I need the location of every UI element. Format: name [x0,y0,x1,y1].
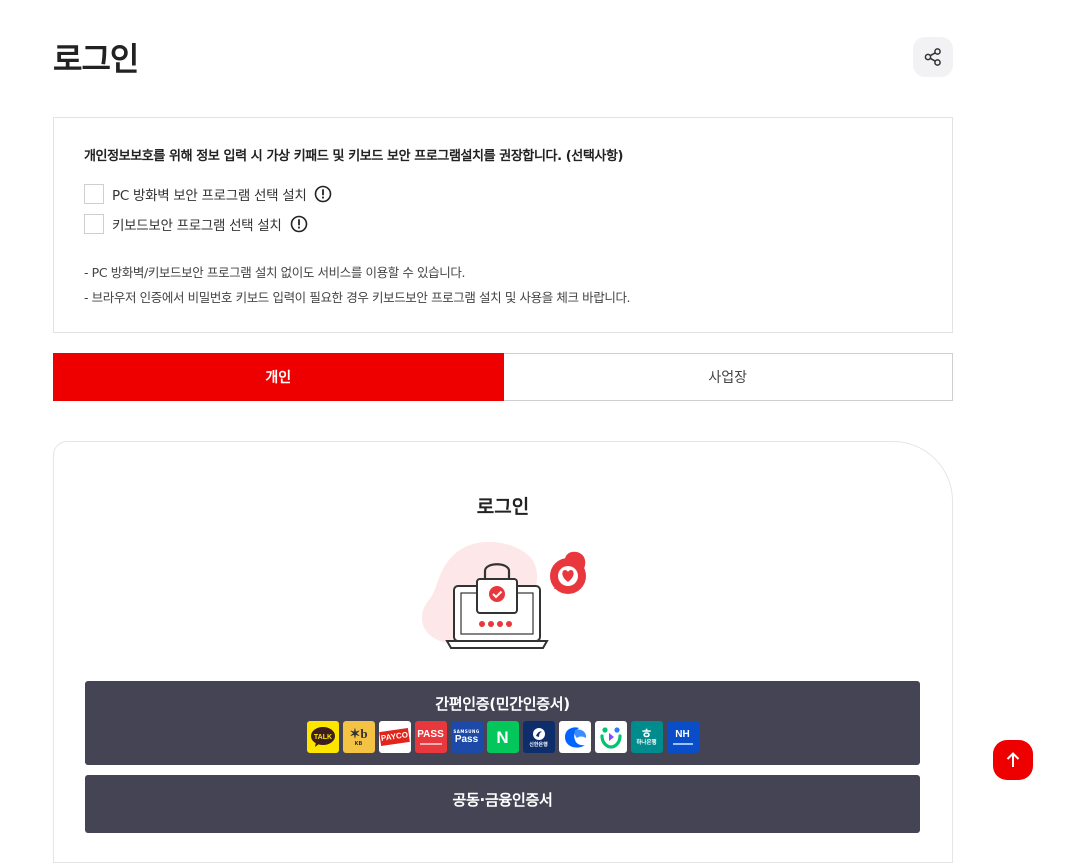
scroll-top-button[interactable] [993,740,1033,780]
hana-icon: ㅎ 하나은행 [631,721,663,753]
tab-personal[interactable]: 개인 [53,353,504,401]
shinhan-icon: 신한은행 [523,721,555,753]
security-notice-heading: 개인정보보호를 위해 정보 입력 시 가상 키패드 및 키보드 보안 프로그램설… [84,145,623,164]
samsung-pass-icon: SAMSUNG Pass [451,721,483,753]
security-note: - 브라우저 인증에서 비밀번호 키보드 입력이 필요한 경우 키보드보안 프로… [84,287,630,306]
nh-icon: NH [667,721,699,753]
payco-icon: PAYCO [379,721,411,753]
simple-auth-button[interactable]: 간편인증(민간인증서) TALK ✶b KB PAYCO PASS SAMSUN… [85,681,920,765]
certificate-auth-button[interactable]: 공동·금융인증서 [85,775,920,833]
svg-text:TALK: TALK [313,734,331,741]
user-type-tabs: 개인 사업장 [53,353,953,401]
certificate-auth-label: 공동·금융인증서 [85,775,920,810]
simple-auth-label: 간편인증(민간인증서) [85,681,920,714]
keyboard-security-option-label: 키보드보안 프로그램 선택 설치 [112,214,282,234]
page-title: 로그인 [53,34,138,80]
security-note: - PC 방화벽/키보드보안 프로그램 설치 없이도 서비스를 이용할 수 있습… [84,262,465,281]
share-button[interactable] [913,37,953,77]
kakao-icon: TALK [307,721,339,753]
keyboard-security-option[interactable]: 키보드보안 프로그램 선택 설치 [84,214,308,234]
security-notice-box: 개인정보보호를 위해 정보 입력 시 가상 키패드 및 키보드 보안 프로그램설… [53,117,953,333]
share-icon [923,47,943,67]
firewall-option-label: PC 방화벽 보안 프로그램 선택 설치 [112,184,306,204]
banksalad-icon [595,721,627,753]
pass-icon: PASS [415,721,447,753]
keyboard-security-checkbox[interactable] [84,214,104,234]
naver-icon: N [487,721,519,753]
laptop-lock-illustration [417,538,592,653]
toss-icon [559,721,591,753]
info-icon[interactable] [314,185,332,203]
arrow-up-icon [1005,751,1021,769]
provider-icons: TALK ✶b KB PAYCO PASS SAMSUNG Pass N 신한은… [85,721,920,753]
firewall-checkbox[interactable] [84,184,104,204]
firewall-option[interactable]: PC 방화벽 보안 프로그램 선택 설치 [84,184,332,204]
login-card-title: 로그인 [54,492,952,519]
login-card: 로그인 간편인증(민간인증서) TALK ✶b KB [53,441,953,863]
kb-icon: ✶b KB [343,721,375,753]
info-icon[interactable] [290,215,308,233]
tab-business[interactable]: 사업장 [504,353,954,401]
